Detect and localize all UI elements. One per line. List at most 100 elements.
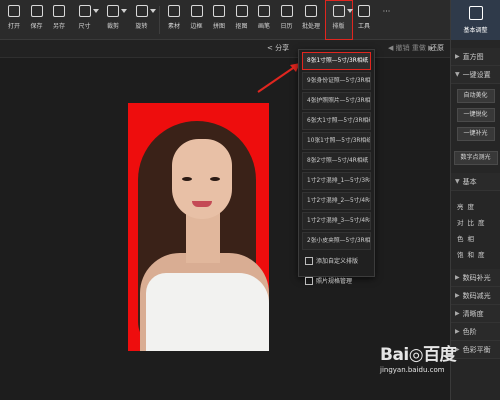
manage-icon <box>305 277 313 285</box>
toolbar-brush-button[interactable]: 画笔 <box>253 0 275 40</box>
save-icon <box>30 5 43 17</box>
toolbar-collage-button[interactable]: 拼图 <box>208 0 230 40</box>
toolbar-save-button[interactable]: 保存 <box>26 0 48 40</box>
share-button[interactable]: < 分享 <box>267 43 289 53</box>
layout-option[interactable]: 1寸2寸混排_3—5寸/4R相纸 <box>302 212 371 230</box>
canvas-header-bar: < 分享 ◀ 撤销 重做 ▶ 还原 <box>0 40 450 58</box>
toolbar-brush-label: 画笔 <box>257 23 270 30</box>
collage-icon <box>213 5 225 17</box>
layout-option[interactable]: 8张2寸照—5寸/4R相纸 <box>302 152 371 170</box>
undo-button[interactable]: ◀ 撤销 <box>388 44 410 52</box>
layout-option[interactable]: 1寸2寸混排_2—5寸/4R相纸 <box>302 192 371 210</box>
toolbar-save-label: 保存 <box>30 23 43 30</box>
calendar-icon <box>280 5 293 17</box>
app-window: 打开 保存 另存 尺寸 裁剪 旋转 素材 边框 拼图 抠图 画笔 日历 批处理 … <box>0 0 500 400</box>
photo-right-eye <box>210 177 220 181</box>
toolbar-cutout-button[interactable]: 抠图 <box>231 0 253 40</box>
expand-arrow-icon: ▶ <box>455 274 460 281</box>
wrench-icon <box>358 5 370 17</box>
toolbar-tools-button[interactable]: 工具 <box>353 0 375 40</box>
section-digital-sharpen[interactable]: ▶ 数码补光 <box>451 269 500 287</box>
tab-basic-adjust[interactable]: 基本调整 <box>451 0 500 40</box>
photo-left-eye <box>182 177 192 181</box>
one-click-sharpen-button[interactable]: 一键锐化 <box>456 108 495 122</box>
toolbar-sticker-button[interactable]: 素材 <box>163 0 185 40</box>
toolbar-batch-button[interactable]: 批处理 <box>298 0 324 40</box>
expand-arrow-icon: ▶ <box>455 292 460 299</box>
auto-beautify-button[interactable]: 自动美化 <box>456 89 495 103</box>
photo-spec-manage-item[interactable]: 照片规格管理 <box>302 273 371 290</box>
toolbar-crop-button[interactable]: 裁剪 <box>99 0 127 40</box>
frame-icon <box>190 5 203 17</box>
add-custom-layout-item[interactable]: 添加自定义排版 <box>302 253 371 270</box>
toolbar-rotate-button[interactable]: 旋转 <box>128 0 156 40</box>
baidu-jingyan-watermark: Bai◎百度 jingyan.baidu.com <box>380 340 500 400</box>
toolbar-sticker-label: 素材 <box>167 23 180 30</box>
crop-icon <box>107 5 127 17</box>
toolbar-more-button[interactable]: ··· <box>376 0 398 40</box>
layout-option[interactable]: 6张大1寸照—5寸/3R相纸 <box>302 112 371 130</box>
collapse-arrow-icon: ▼ <box>455 178 460 185</box>
section-clarity[interactable]: ▶ 清晰度 <box>451 305 500 323</box>
baidu-logo: Bai◎百度 <box>380 345 457 365</box>
section-levels[interactable]: ▶ 色阶 <box>451 323 500 341</box>
digital-metering-button[interactable]: 数字点测光 <box>453 151 498 165</box>
photo-white-top <box>146 273 269 351</box>
photo-neck <box>186 213 220 263</box>
section-one-click-label: 一键设置 <box>462 70 491 79</box>
toolbar-tools-label: 工具 <box>357 23 370 30</box>
toolbar-resize-button[interactable]: 尺寸 <box>71 0 99 40</box>
brush-icon <box>258 5 270 17</box>
resize-icon <box>78 5 99 17</box>
watermark-url: jingyan.baidu.com <box>380 366 445 374</box>
layout-option[interactable]: 2张小皮夹照—5寸/3R相纸 <box>302 232 371 250</box>
section-digital-sharpen-label: 数码补光 <box>462 273 491 282</box>
section-one-click[interactable]: ▼ 一键设置 <box>451 66 500 84</box>
section-digital-reduce[interactable]: ▶ 数码减光 <box>451 287 500 305</box>
layout-dropdown-menu: 8张1寸照—5寸/3R相纸 9张身份证照—5寸/3R相纸 4张护照照片—5寸/3… <box>298 49 375 285</box>
id-photo-image <box>128 103 269 351</box>
toolbar-layout-label: 排版 <box>332 23 345 30</box>
toolbar-calendar-label: 日历 <box>280 23 293 30</box>
restore-button[interactable]: 还原 <box>430 43 444 53</box>
layout-option[interactable]: 1寸2寸混排_1—5寸/3R相纸 <box>302 172 371 190</box>
collapse-arrow-icon: ▼ <box>455 71 460 78</box>
toolbar-rotate-label: 旋转 <box>135 23 148 30</box>
section-clarity-label: 清晰度 <box>462 309 484 318</box>
one-click-fill-light-button[interactable]: 一键补光 <box>456 127 495 141</box>
layout-option[interactable]: 8张1寸照—5寸/3R相纸 <box>302 52 371 70</box>
save-as-icon <box>53 5 65 17</box>
toolbar-layout-button[interactable]: 排版 <box>324 0 353 40</box>
main-toolbar: 打开 保存 另存 尺寸 裁剪 旋转 素材 边框 拼图 抠图 画笔 日历 批处理 … <box>0 0 450 40</box>
photo-face <box>172 139 232 219</box>
batch-icon <box>305 5 317 17</box>
undo-redo-buttons[interactable]: ◀ 撤销 重做 ▶ <box>388 43 433 53</box>
saturation-slider-label[interactable]: 饱和度 <box>451 247 500 263</box>
section-basic[interactable]: ▼ 基本 <box>451 173 500 191</box>
tab-basic-adjust-label: 基本调整 <box>463 27 488 34</box>
layout-option[interactable]: 4张护照照片—5寸/3R相纸 <box>302 92 371 110</box>
brightness-slider-label[interactable]: 亮度 <box>451 199 500 215</box>
toolbar-open-button[interactable]: 打开 <box>3 0 25 40</box>
section-digital-reduce-label: 数码减光 <box>462 291 491 300</box>
toolbar-cutout-label: 抠图 <box>235 23 248 30</box>
photo-mouth <box>192 201 212 207</box>
section-histogram[interactable]: ▶ 直方图 <box>451 48 500 66</box>
toolbar-divider <box>159 6 160 34</box>
rotate-icon <box>135 5 156 17</box>
hue-slider-label[interactable]: 色相 <box>451 231 500 247</box>
add-layout-icon <box>305 257 313 265</box>
toolbar-batch-label: 批处理 <box>301 23 320 30</box>
toolbar-calendar-button[interactable]: 日历 <box>276 0 298 40</box>
toolbar-save-as-button[interactable]: 另存 <box>48 0 70 40</box>
layout-option[interactable]: 10张1寸照—5寸/3R相纸 <box>302 132 371 150</box>
section-levels-label: 色阶 <box>462 327 477 336</box>
expand-arrow-icon: ▶ <box>455 53 460 60</box>
toolbar-frame-button[interactable]: 边框 <box>186 0 208 40</box>
contrast-slider-label[interactable]: 对比度 <box>451 215 500 231</box>
sticker-icon <box>168 5 180 17</box>
expand-arrow-icon: ▶ <box>455 310 460 317</box>
layout-option[interactable]: 9张身份证照—5寸/3R相纸 <box>302 72 371 90</box>
folder-open-icon <box>8 5 20 17</box>
photo-spec-manage-label: 照片规格管理 <box>316 278 353 285</box>
